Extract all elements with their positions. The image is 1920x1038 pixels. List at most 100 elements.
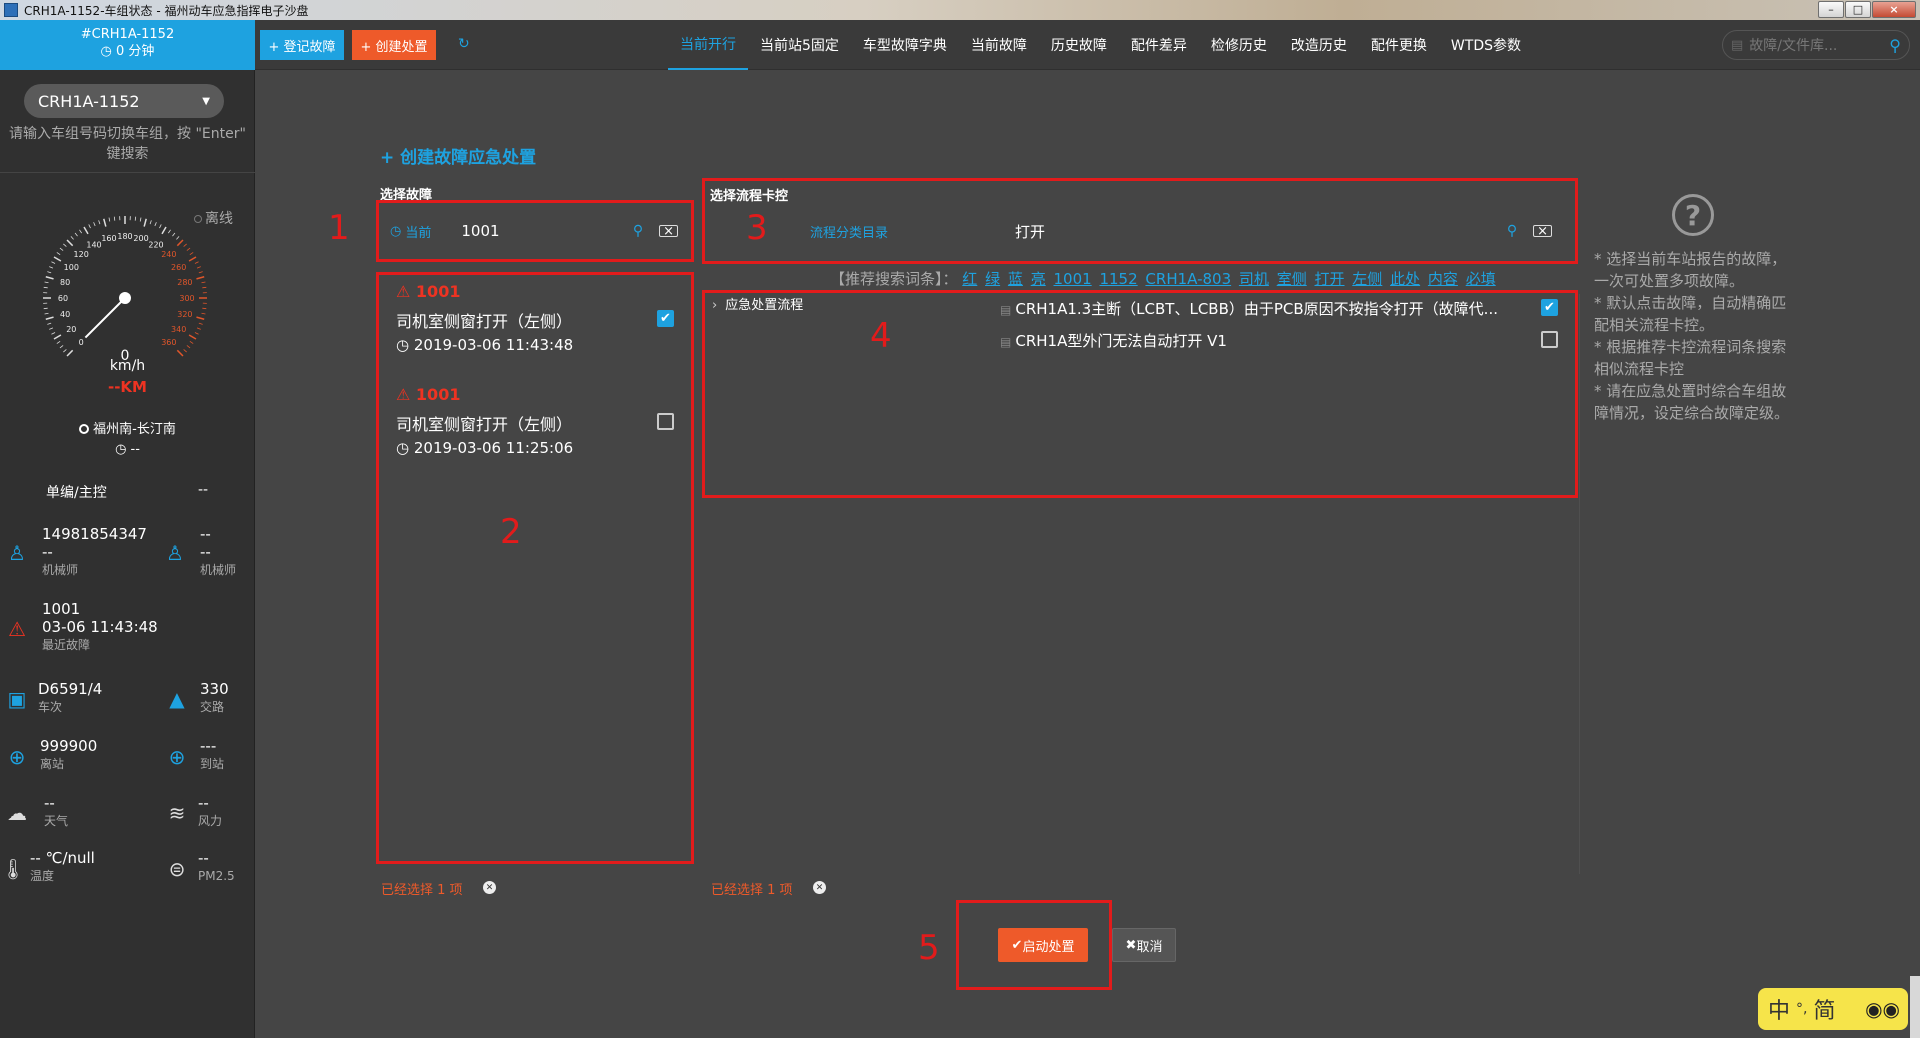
scrollbar[interactable] [1910,976,1920,1038]
train-minutes-row: ◷ 0 分钟 [0,43,255,60]
clock-icon: ◷ [100,44,117,59]
tab-parts-diff[interactable]: 配件差异 [1119,20,1199,70]
help-line: * 选择当前车站报告的故障，一次可处置多项故障。 [1594,250,1787,290]
refresh-icon[interactable]: ↻ [458,37,472,51]
gauge-tick [194,332,199,335]
tab-wtds-params[interactable]: WTDS参数 [1439,20,1533,70]
cancel-button[interactable]: ✖ 取消 [1112,928,1176,962]
create-handling-button[interactable]: + 创建处置 [352,30,436,60]
gauge-tick [56,341,61,344]
tag-link[interactable]: 亮 [1031,270,1046,288]
tab-current-fault[interactable]: 当前故障 [959,20,1039,70]
gauge-tick [44,281,49,284]
tag-link[interactable]: 打开 [1315,270,1345,288]
tab-history-fault[interactable]: 历史故障 [1039,20,1119,70]
register-fault-button[interactable]: + 登记故障 [260,30,344,60]
gauge-tick [201,312,206,315]
gauge-tick [113,216,116,221]
top-search[interactable]: ▤ 故障/文件库... ⚲ [1722,30,1910,60]
tab-station-fixed[interactable]: 当前站5固定 [748,20,851,70]
gauge-hub [119,292,131,304]
gauge-tick-label: 0 [79,338,84,347]
window-title: CRH1A-1152-车组状态 - 福州动车应急指挥电子沙盘 [24,3,309,18]
gauge-tick-label: 180 [117,232,132,241]
annotation-number: 2 [500,512,522,552]
tag-link[interactable]: 司机 [1239,270,1269,288]
tag-link[interactable]: 内容 [1428,270,1458,288]
gauge-tick-label: 200 [133,234,148,243]
ime-lang[interactable]: 中 [1768,993,1790,1025]
gauge-tick [70,236,74,240]
gauge-tick [172,232,176,237]
tag-link[interactable]: 1001 [1053,270,1091,288]
gauge-tick [159,224,162,229]
wind-icon: ≋ [168,801,186,825]
gauge-tick [134,216,137,221]
gauge-tick-label: 320 [177,310,192,319]
gauge-tick [103,218,107,227]
close-button[interactable]: × [1872,1,1916,18]
gauge-tick [43,307,48,310]
search-icon[interactable]: ⚲ [1889,36,1901,55]
gauge-tick [202,286,207,289]
tab-fault-dictionary[interactable]: 车型故障字典 [851,20,959,70]
gauge-tick [45,276,54,280]
tag-link[interactable]: 1152 [1099,270,1137,288]
gauge-tick-label: 140 [86,240,101,249]
top-search-input[interactable]: 故障/文件库... [1749,35,1889,55]
maximize-button[interactable]: □ [1845,1,1871,18]
gauge-tick [83,226,89,235]
user-icon: ♙ [166,541,184,565]
gauge-tick-label: 80 [60,278,70,287]
clear-selection-icon[interactable]: ✕ [813,881,826,894]
thermometer-icon: 🌡 [0,857,26,881]
tag-link[interactable]: CRH1A-803 [1145,270,1231,288]
gauge-tick [74,232,78,237]
gauge-tick [43,286,48,289]
gauge-tick [188,334,197,340]
train-select[interactable]: CRH1A-1152 ▼ [24,84,224,118]
gauge-tick-label: 300 [179,294,194,303]
gauge-tick [66,239,74,247]
clear-selection-icon[interactable]: ✕ [483,881,496,894]
top-nav: #CRH1A-1152 ◷ 0 分钟 + 登记故障 + 创建处置 ↻ 当前开行 … [0,20,1920,70]
location-icon [79,424,90,434]
wind-info: -- 风力 [198,794,222,830]
driver2-label: 机械师 [200,563,237,577]
tag-link[interactable]: 蓝 [1008,270,1023,288]
weather-info: -- 天气 [44,794,68,830]
tag-link[interactable]: 室侧 [1277,270,1307,288]
ime-toolbar[interactable]: 中 °, 简 ◉◉ [1758,988,1908,1030]
timer: ◷ -- [0,442,255,457]
annotation-number: 1 [328,208,350,248]
tag-link[interactable]: 红 [962,270,977,288]
gauge-needle [84,297,126,339]
driver1-name: -- [42,543,53,561]
tag-link[interactable]: 必填 [1466,270,1496,288]
tag-link[interactable]: 此处 [1390,270,1420,288]
gauge-tick [198,271,203,274]
mode-value: -- [198,482,209,498]
gauge-tick [88,224,91,229]
depart-label: 离站 [40,757,65,771]
ime-punct-icon[interactable]: °, [1796,1001,1807,1017]
window-controls: – □ × [1817,1,1916,18]
ime-mode[interactable]: 简 [1813,993,1835,1025]
tab-parts-replace[interactable]: 配件更换 [1359,20,1439,70]
gauge-tick [189,341,194,344]
gauge-tick-label: 160 [101,234,116,243]
tab-current-running[interactable]: 当前开行 [668,20,748,70]
app-icon [4,3,18,17]
gauge-tick [183,349,187,353]
tag-link[interactable]: 绿 [985,270,1000,288]
gauge-tick [45,316,54,320]
gauge-tick [196,266,201,269]
tab-modify-history[interactable]: 改造历史 [1279,20,1359,70]
tab-repair-history[interactable]: 检修历史 [1199,20,1279,70]
gauge-tick-label: 100 [64,263,79,272]
cloud-icon: ☁ [7,801,27,825]
tag-link[interactable]: 左侧 [1352,270,1382,288]
temperature-info: -- ℃/null 温度 [30,849,95,885]
minimize-button[interactable]: – [1818,1,1844,18]
wind: -- [198,794,209,812]
